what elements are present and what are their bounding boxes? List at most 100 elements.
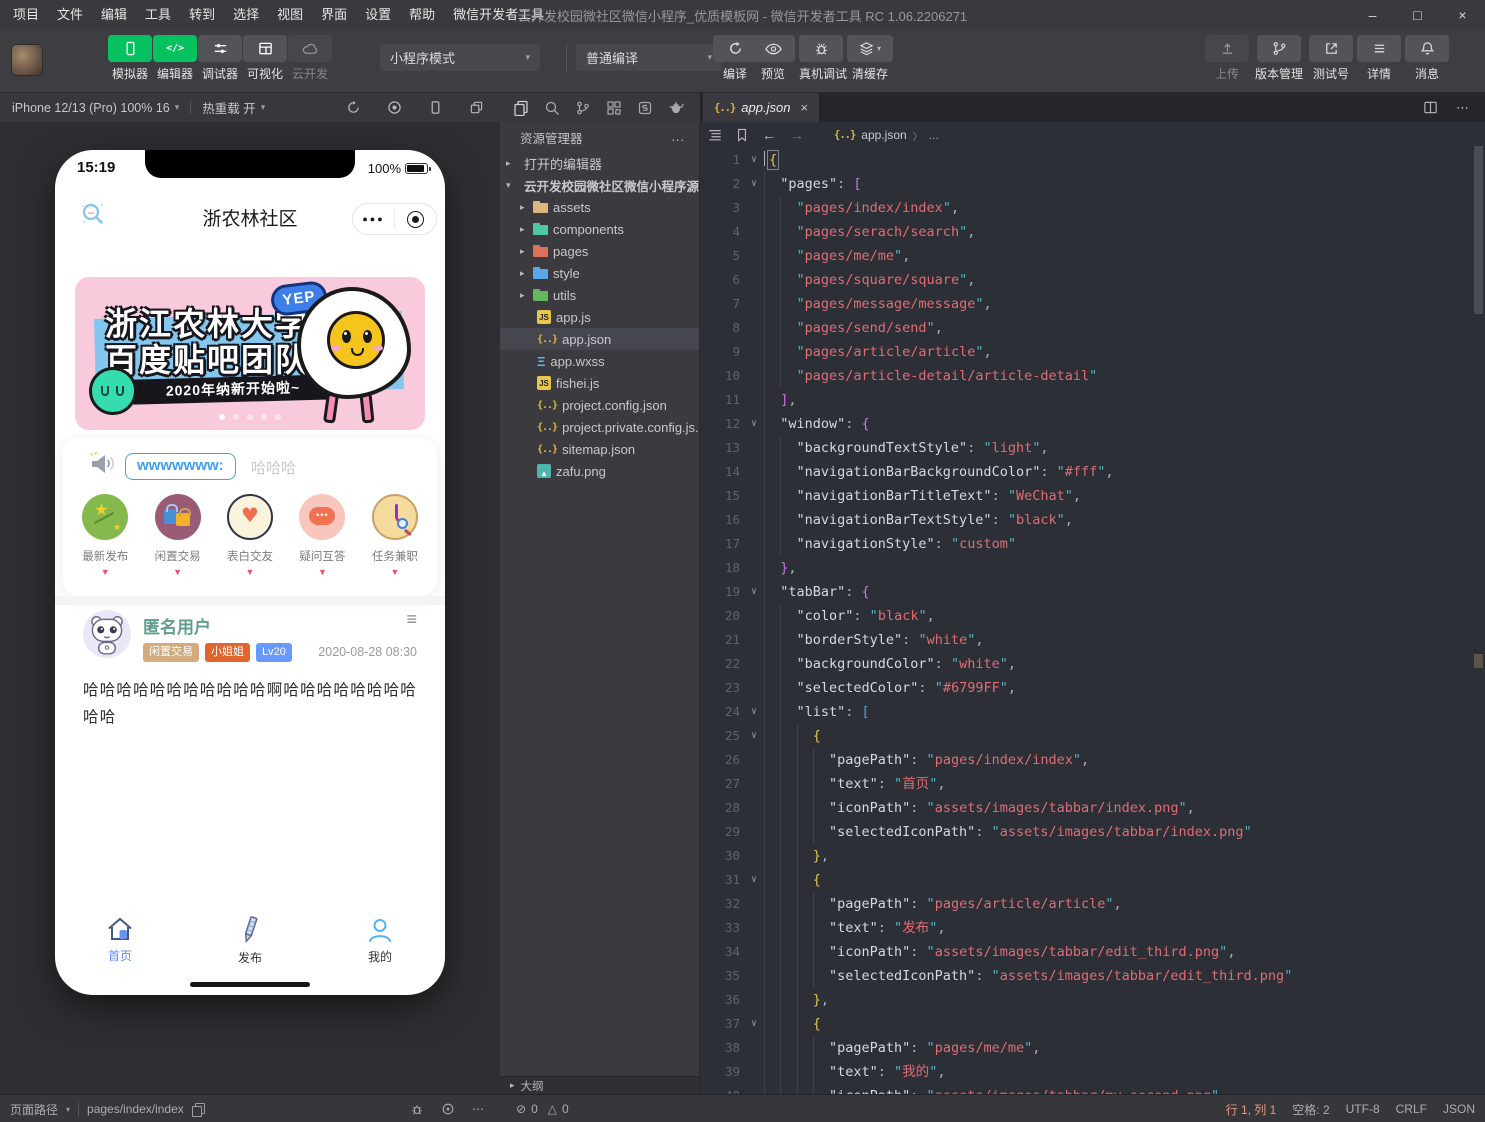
tree-section-云开发校园微社区微信小程序源码[interactable]: ▾云开发校园微社区微信小程序源码 [500, 174, 699, 196]
bookmark-icon[interactable] [736, 128, 748, 142]
encoding-setting[interactable]: UTF-8 [1346, 1102, 1380, 1116]
device-frame-icon[interactable] [428, 100, 443, 115]
files-icon[interactable] [513, 100, 529, 116]
code-line-28[interactable]: 28"iconPath": "assets/images/tabbar/inde… [700, 796, 1473, 820]
tree-section-打开的编辑器[interactable]: ▸打开的编辑器 [500, 152, 699, 174]
source-control-icon[interactable] [575, 100, 591, 116]
menu-item-转到[interactable]: 转到 [180, 0, 224, 30]
menu-item-文件[interactable]: 文件 [48, 0, 92, 30]
navigate-forward-icon[interactable]: → [790, 127, 804, 143]
code-line-5[interactable]: 5"pages/me/me", [700, 244, 1473, 268]
code-line-18[interactable]: 18}, [700, 556, 1473, 580]
maximize-button[interactable]: □ [1395, 0, 1440, 30]
menu-item-选择[interactable]: 选择 [224, 0, 268, 30]
fold-icon[interactable]: ∨ [744, 412, 764, 436]
breadcrumb[interactable]: {..} app.json 〉 ... [834, 128, 939, 143]
tree-item-style[interactable]: ▸style [500, 262, 699, 284]
menu-item-帮助[interactable]: 帮助 [400, 0, 444, 30]
menu-item-项目[interactable]: 项目 [4, 0, 48, 30]
code-line-10[interactable]: 10"pages/article-detail/article-detail" [700, 364, 1473, 388]
debugger-button[interactable]: 调试器 [196, 35, 244, 82]
tree-item-components[interactable]: ▸components [500, 218, 699, 240]
user-avatar[interactable] [12, 45, 42, 75]
tree-item-fishei.js[interactable]: JSfishei.js [500, 372, 699, 394]
code-line-29[interactable]: 29"selectedIconPath": "assets/images/tab… [700, 820, 1473, 844]
upload-button[interactable]: 上传 [1203, 35, 1251, 82]
post-content[interactable]: 哈哈哈哈哈哈哈哈哈哈哈啊哈哈哈哈哈哈哈哈哈哈 [83, 677, 421, 731]
code-line-24[interactable]: 24∨"list": [ [700, 700, 1473, 724]
grid-item-最新发布[interactable]: ★★最新发布▼ [69, 488, 141, 577]
banner-carousel[interactable]: 浙江农林大学 百度贴吧团队 2020年纳新开始啦~ YEP [75, 277, 425, 430]
post-menu-icon[interactable]: ≡ [406, 609, 417, 630]
split-editor-icon[interactable] [1423, 100, 1438, 115]
code-line-13[interactable]: 13"backgroundTextStyle": "light", [700, 436, 1473, 460]
hot-reload-toggle[interactable]: 热重载 开 [202, 98, 255, 117]
explorer-more-icon[interactable]: ... [672, 130, 685, 144]
code-line-16[interactable]: 16"navigationBarTextStyle": "black", [700, 508, 1473, 532]
code-line-30[interactable]: 30}, [700, 844, 1473, 868]
outline-section[interactable]: ▸ 大纲 [500, 1076, 699, 1094]
fold-icon[interactable]: ∨ [744, 868, 764, 892]
rotate-icon[interactable] [346, 100, 361, 115]
messages-button[interactable]: 消息 [1403, 35, 1451, 82]
tree-item-app.json[interactable]: {..}app.json [500, 328, 699, 350]
code-line-35[interactable]: 35"selectedIconPath": "assets/images/tab… [700, 964, 1473, 988]
code-line-12[interactable]: 12∨"window": { [700, 412, 1473, 436]
more-menu-icon[interactable]: ●●● [353, 214, 394, 224]
announcement-prefix[interactable]: wwwwwww: [125, 453, 236, 480]
code-area[interactable]: 1∨{2∨"pages": [3"pages/index/index",4"pa… [700, 148, 1473, 1094]
code-line-23[interactable]: 23"selectedColor": "#6799FF", [700, 676, 1473, 700]
carousel-dot[interactable] [275, 414, 281, 420]
code-line-25[interactable]: 25∨{ [700, 724, 1473, 748]
record-icon[interactable] [387, 100, 402, 115]
menu-item-设置[interactable]: 设置 [356, 0, 400, 30]
editor-button[interactable]: </> 编辑器 [151, 35, 199, 82]
tree-item-app.js[interactable]: JSapp.js [500, 306, 699, 328]
code-line-4[interactable]: 4"pages/serach/search", [700, 220, 1473, 244]
code-line-2[interactable]: 2∨"pages": [ [700, 172, 1473, 196]
tree-item-project.private.config.js...[interactable]: {..}project.private.config.js... [500, 416, 699, 438]
code-line-19[interactable]: 19∨"tabBar": { [700, 580, 1473, 604]
code-line-9[interactable]: 9"pages/article/article", [700, 340, 1473, 364]
code-line-7[interactable]: 7"pages/message/message", [700, 292, 1473, 316]
cursor-position[interactable]: 行 1, 列 1 [1226, 1101, 1277, 1118]
tab-app-json[interactable]: {..} app.json × [703, 93, 819, 122]
menu-item-界面[interactable]: 界面 [312, 0, 356, 30]
phone-tab-home[interactable]: 首页 [88, 916, 152, 964]
avatar[interactable] [83, 610, 131, 658]
mode-select[interactable]: 小程序模式 ▾ [380, 44, 540, 71]
eol-setting[interactable]: CRLF [1396, 1102, 1427, 1116]
search-icon[interactable] [544, 100, 560, 116]
code-line-22[interactable]: 22"backgroundColor": "white", [700, 652, 1473, 676]
tree-item-pages[interactable]: ▸pages [500, 240, 699, 262]
code-line-8[interactable]: 8"pages/send/send", [700, 316, 1473, 340]
menu-item-视图[interactable]: 视图 [268, 0, 312, 30]
page-path-select[interactable]: 页面路径 [10, 1101, 58, 1118]
carousel-dot[interactable] [261, 414, 267, 420]
cloud-dev-button[interactable]: 云开发 [286, 35, 334, 82]
menu-item-工具[interactable]: 工具 [136, 0, 180, 30]
more-actions-icon[interactable]: ⋯ [1456, 100, 1471, 116]
code-line-26[interactable]: 26"pagePath": "pages/index/index", [700, 748, 1473, 772]
visualization-button[interactable]: 可视化 [241, 35, 289, 82]
extensions-icon[interactable] [606, 100, 622, 116]
tree-item-assets[interactable]: ▸assets [500, 196, 699, 218]
fold-icon[interactable]: ∨ [744, 172, 764, 196]
grid-item-任务兼职[interactable]: 任务兼职▼ [359, 488, 431, 577]
fold-icon[interactable]: ∨ [744, 580, 764, 604]
tree-item-sitemap.json[interactable]: {..}sitemap.json [500, 438, 699, 460]
tree-item-zafu.png[interactable]: ▲zafu.png [500, 460, 699, 482]
close-button[interactable]: × [1440, 0, 1485, 30]
carousel-dot[interactable] [247, 414, 253, 420]
code-line-39[interactable]: 39"text": "我的", [700, 1060, 1473, 1084]
debug-icon[interactable] [410, 1102, 424, 1116]
code-line-15[interactable]: 15"navigationBarTitleText": "WeChat", [700, 484, 1473, 508]
version-control-button[interactable]: 版本管理 [1255, 35, 1303, 82]
fold-icon[interactable]: ∨ [744, 1012, 764, 1036]
minimize-capsule-icon[interactable] [395, 211, 436, 228]
device-debug-button[interactable]: 真机调试 [799, 35, 843, 82]
code-line-36[interactable]: 36}, [700, 988, 1473, 1012]
code-line-11[interactable]: 11], [700, 388, 1473, 412]
fold-icon[interactable]: ∨ [744, 700, 764, 724]
editor-scrollbar[interactable] [1474, 146, 1483, 314]
